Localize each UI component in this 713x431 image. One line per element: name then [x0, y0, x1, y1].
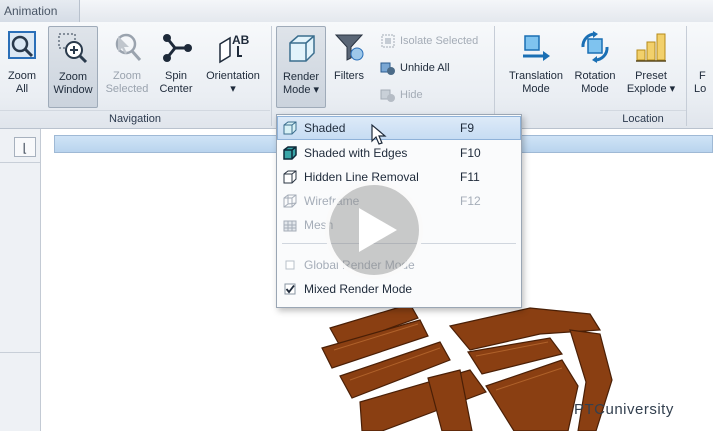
group-label-location: Location [600, 110, 686, 127]
mesh-grid-icon [282, 217, 298, 233]
render-mode-label-2: Mode ▾ [282, 84, 320, 96]
hide-icon [380, 87, 396, 103]
zoom-window-label-2: Window [53, 84, 93, 96]
menu-item-shortcut: F11 [460, 170, 480, 184]
checkmark-icon [282, 281, 298, 297]
unhide-all-label: Unhide All [400, 62, 450, 74]
orientation-icon: AB [216, 30, 250, 64]
menu-item-label: Shaded with Edges [304, 146, 408, 160]
zoom-window-button[interactable]: Zoom Window [48, 26, 98, 108]
panel-divider [0, 352, 40, 353]
zoom-all-icon [5, 30, 39, 64]
unhide-all-button[interactable]: Unhide All [380, 57, 450, 79]
menu-item-shaded[interactable]: Shaded F9 [277, 116, 521, 140]
translation-mode-label-1: Translation [508, 70, 563, 82]
spin-center-button[interactable]: Spin Center [155, 26, 197, 108]
zoom-selected-button[interactable]: Zoom Selected [101, 26, 153, 108]
zoom-window-icon [56, 31, 90, 65]
isolate-selected-button[interactable]: Isolate Selected [380, 30, 478, 52]
zoom-all-label-1: Zoom [7, 70, 37, 82]
translation-mode-label-2: Mode [522, 83, 550, 95]
translation-mode-icon [519, 30, 553, 64]
menu-item-shortcut: F10 [460, 146, 481, 160]
panel-toggle-button[interactable]: ⌊ [14, 137, 36, 157]
svg-text:AB: AB [232, 33, 250, 47]
zoom-selected-label-2: Selected [105, 83, 149, 95]
spin-center-label-2: Center [159, 83, 193, 95]
unchecked-checkbox-icon [282, 257, 298, 273]
menu-item-label: Mixed Render Mode [304, 282, 413, 296]
unhide-all-icon [380, 60, 396, 76]
preset-explode-label-2: Explode ▾ [626, 83, 676, 95]
hide-button[interactable]: Hide [380, 84, 423, 106]
orientation-button[interactable]: AB Orientation ▾ [200, 26, 266, 108]
group-separator [271, 26, 272, 126]
rotation-mode-label-1: Rotation [574, 70, 616, 82]
orientation-label: Orientation [206, 70, 260, 82]
wireframe-cube-icon [282, 193, 298, 209]
menu-item-shortcut: F9 [460, 121, 475, 135]
ribbon-tab-bar [0, 0, 713, 23]
rotation-mode-label-2: Mode [581, 83, 609, 95]
brand-watermark: PTCuniversity [574, 401, 674, 418]
preset-explode-button[interactable]: Preset Explode ▾ [622, 26, 680, 108]
zoom-all-label-2: All [15, 83, 29, 95]
cut-off-button[interactable]: F Lo [692, 26, 713, 108]
zoom-all-button[interactable]: Zoom All [0, 26, 44, 108]
group-separator [494, 26, 495, 126]
filters-funnel-icon [332, 30, 366, 64]
isolate-selected-label: Isolate Selected [400, 35, 479, 47]
filters-button[interactable]: Filters [328, 26, 370, 108]
zoom-window-label-1: Zoom [58, 71, 88, 83]
side-panel [0, 129, 41, 431]
menu-item-mixed-render-mode[interactable]: Mixed Render Mode [278, 278, 520, 300]
play-triangle-icon [359, 208, 397, 252]
menu-item-label: Shaded [304, 121, 346, 135]
zoom-selected-icon [110, 30, 144, 64]
menu-item-shaded-with-edges[interactable]: Shaded with Edges F10 [278, 142, 520, 164]
menu-item-hidden-line-removal[interactable]: Hidden Line Removal F11 [278, 166, 520, 188]
zoom-selected-label-1: Zoom [112, 70, 142, 82]
shaded-edges-cube-icon [282, 145, 298, 161]
render-mode-label-1: Render [282, 71, 320, 83]
orientation-dropdown-icon: ▾ [230, 83, 236, 95]
panel-divider [0, 162, 40, 163]
rotation-mode-icon [578, 30, 612, 64]
spin-center-label-1: Spin [164, 70, 188, 82]
filters-label: Filters [334, 70, 364, 82]
group-label-navigation: Navigation [0, 110, 270, 127]
cut-off-label-1: F [699, 70, 706, 82]
isolate-selected-icon [380, 33, 396, 49]
rotation-mode-button[interactable]: Rotation Mode [570, 26, 620, 108]
video-play-button[interactable] [325, 181, 423, 279]
mouse-cursor-icon [371, 123, 387, 145]
menu-item-shortcut: F12 [460, 194, 481, 208]
tab-animation[interactable]: Animation [0, 0, 80, 22]
shaded-cube-icon [282, 120, 298, 136]
spin-center-icon [159, 30, 193, 64]
render-mode-cube-icon [284, 31, 318, 65]
render-mode-button[interactable]: Render Mode ▾ [276, 26, 326, 108]
group-separator [686, 26, 687, 126]
hidden-line-cube-icon [282, 169, 298, 185]
chair-3d-model[interactable] [300, 290, 620, 431]
preset-explode-label-1: Preset [635, 70, 667, 82]
hide-label: Hide [400, 89, 423, 101]
preset-explode-icon [634, 30, 668, 64]
translation-mode-button[interactable]: Translation Mode [504, 26, 568, 108]
cut-off-label-2: Lo [694, 83, 707, 95]
